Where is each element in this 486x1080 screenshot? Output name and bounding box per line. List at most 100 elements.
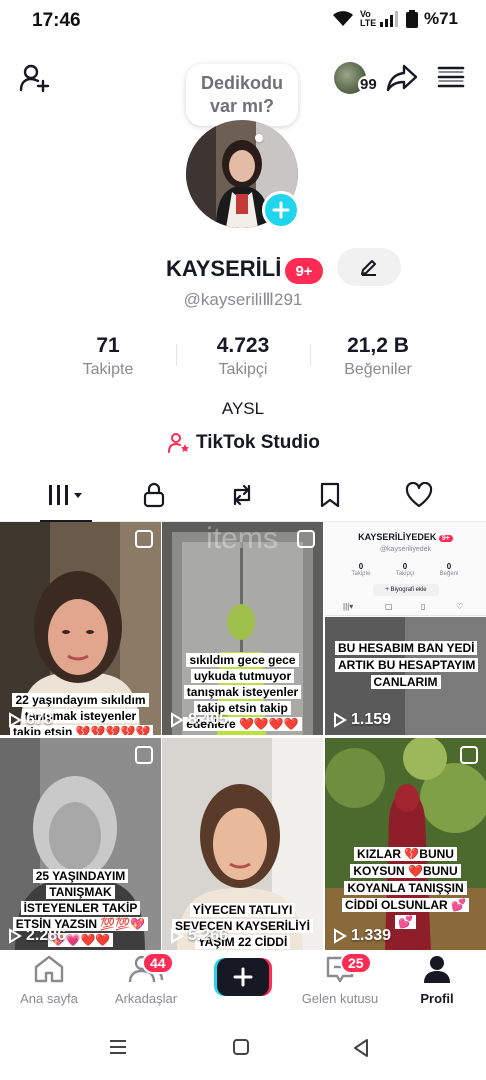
tab-saved[interactable] (295, 468, 365, 522)
stat-following-value: 71 (96, 334, 120, 357)
profile-views-count: 99 (358, 76, 379, 93)
stat-likes-label: Beğeniler (344, 361, 412, 378)
nav-profile-label: Profil (420, 991, 454, 1006)
display-name: KAYSERİLİ (166, 256, 282, 281)
embedded-tabs: |||▾ ▢ ▯ ♡ (325, 602, 486, 616)
nav-inbox[interactable]: Gelen kutusu 25 (290, 952, 390, 1006)
tab-videos[interactable] (31, 468, 101, 522)
nav-home-label: Ana sayfa (20, 991, 78, 1006)
android-home-button[interactable] (232, 1038, 256, 1058)
profile-bio: AYSL (221, 399, 265, 418)
stat-followers-label: Takipçi (218, 361, 268, 378)
create-button[interactable] (214, 958, 272, 996)
embedded-stat: 0 Beğeni (431, 562, 467, 577)
menu-button[interactable] (434, 60, 468, 94)
embedded-stat: 0 Takipte (343, 562, 379, 577)
video-thumbnail[interactable]: 22 yaşındayım sıkıldım tanışmak isteyenl… (0, 522, 161, 735)
android-home-icon (233, 1039, 249, 1055)
tab-liked[interactable] (384, 468, 454, 522)
embedded-profile-badge: 9+ (438, 535, 453, 542)
android-back-button[interactable] (352, 1038, 376, 1058)
video-view-count: 5.266 (188, 927, 229, 944)
video-caption-text: BU HESABIM BAN YEDİ ARTIK BU HESAPTAYIM … (335, 641, 479, 689)
note-bubble[interactable]: Dedikodu var mı? (186, 64, 298, 126)
embedded-stat-value: 0 (446, 562, 452, 571)
stat-likes[interactable]: 21,2 B Beğeniler (328, 334, 428, 379)
play-icon (334, 712, 347, 728)
embedded-profile-handle: @kayseriliyedek (379, 546, 432, 553)
video-views: 5.266 (170, 927, 228, 945)
edit-profile-button[interactable] (337, 248, 401, 286)
android-recents-button[interactable] (108, 1038, 136, 1058)
avatar-add-button[interactable] (262, 191, 300, 229)
video-views: 8.405 (170, 711, 228, 729)
video-views: 1.339 (333, 927, 391, 945)
tiktok-studio-link[interactable]: TikTok Studio (168, 430, 320, 456)
inbox-count-badge: 25 (340, 952, 372, 974)
network-label: Vo LTE (359, 9, 377, 28)
embedded-stat: 0 Takipçi (387, 562, 423, 577)
username-row: KAYSERİLİ 9+ (0, 246, 486, 290)
video-view-count: 1.339 (351, 927, 392, 944)
video-thumbnail[interactable]: items sıkıldım gece gece uykuda tutmuyor… (162, 522, 323, 735)
create-button-face (217, 958, 269, 996)
video-caption-text: KIZLAR 💔BUNU KOYSUN ❤️BUNU KOYANLA TANIŞ… (342, 847, 469, 929)
stat-followers[interactable]: 4.723 Takipçi (193, 334, 293, 379)
nav-home[interactable]: Ana sayfa (10, 954, 88, 1006)
notification-badge[interactable]: 9+ (285, 258, 323, 284)
profile-stats: 71 Takipte 4.723 Takipçi 21,2 B Beğenile… (0, 334, 486, 386)
embedded-profile-name: KAYSERİLİYEDEK (358, 532, 437, 542)
embedded-stat-label: Takipte (351, 571, 371, 577)
embedded-lock-icon: ▢ (385, 602, 393, 611)
user-handle: @kayseriliⅢ291 (183, 290, 303, 309)
video-caption: KIZLAR 💔BUNU KOYSUN ❤️BUNU KOYANLA TANIŞ… (335, 846, 476, 931)
battery-icon (405, 10, 418, 28)
menu-icon (437, 66, 465, 88)
play-icon (171, 712, 184, 728)
note-text-line1: Dedikodu (200, 73, 283, 93)
play-icon (9, 712, 22, 728)
recents-icon (110, 1040, 126, 1054)
video-thumbnail[interactable]: 25 YAŞINDAYIM TANIŞMAK İSTEYENLER TAKİP … (0, 738, 161, 951)
add-friend-button[interactable] (16, 60, 52, 96)
stat-divider (310, 344, 311, 366)
nav-profile[interactable]: Profil (404, 954, 470, 1006)
video-thumbnail[interactable]: KAYSERİLİYEDEK 9+ @kayseriliyedek 0 Takip… (325, 522, 486, 735)
grid-columns-icon (49, 485, 82, 505)
video-thumbnail[interactable]: KIZLAR 💔BUNU KOYSUN ❤️BUNU KOYANLA TANIŞ… (325, 738, 486, 951)
share-button[interactable] (384, 60, 420, 96)
profile-views-button[interactable]: 99 (334, 62, 379, 94)
video-grid: 22 yaşındayım sıkıldım tanışmak isteyenl… (0, 522, 486, 951)
video-thumbnail[interactable]: YİYECEN TATLIYI SEVECEN KAYSERİLİYİ YAŞI… (162, 738, 323, 951)
video-views: 1.159 (333, 711, 391, 729)
studio-label: TikTok Studio (196, 432, 320, 453)
multi-photo-icon (460, 746, 478, 764)
bottom-nav: Ana sayfa Arkadaşlar 44 Gelen kutusu 25 … (0, 950, 486, 1014)
home-icon (34, 955, 64, 983)
svg-text:items: items (206, 522, 278, 555)
stat-following[interactable]: 71 Takipte (63, 334, 153, 379)
embedded-profile-stats: 0 Takipte 0 Takipçi 0 Beğeni (325, 562, 486, 584)
stat-divider (176, 344, 177, 366)
share-icon (386, 64, 418, 92)
multi-photo-icon (135, 746, 153, 764)
multi-photo-icon (297, 530, 315, 548)
tab-reposts[interactable] (207, 468, 277, 522)
video-views: 678 (8, 711, 53, 729)
profile-tabs (0, 468, 486, 522)
status-icons: Vo LTE %71 (332, 9, 458, 29)
embedded-bio-button: + Biyografi ekle (373, 584, 439, 596)
play-icon (9, 928, 22, 944)
video-view-count: 2.286 (26, 927, 67, 944)
wifi-icon (332, 11, 353, 26)
stat-likes-value: 21,2 B (347, 334, 409, 357)
back-icon (354, 1039, 368, 1057)
battery-level: %71 (423, 9, 458, 28)
tab-private[interactable] (119, 468, 189, 522)
video-view-count: 8.405 (188, 711, 229, 728)
embedded-grid-icon: |||▾ (343, 602, 354, 611)
nav-friends[interactable]: Arkadaşlar 44 (104, 952, 188, 1006)
embedded-stat-label: Takipçi (395, 571, 415, 577)
bookmark-icon (320, 482, 340, 508)
video-view-count: 678 (26, 711, 53, 728)
